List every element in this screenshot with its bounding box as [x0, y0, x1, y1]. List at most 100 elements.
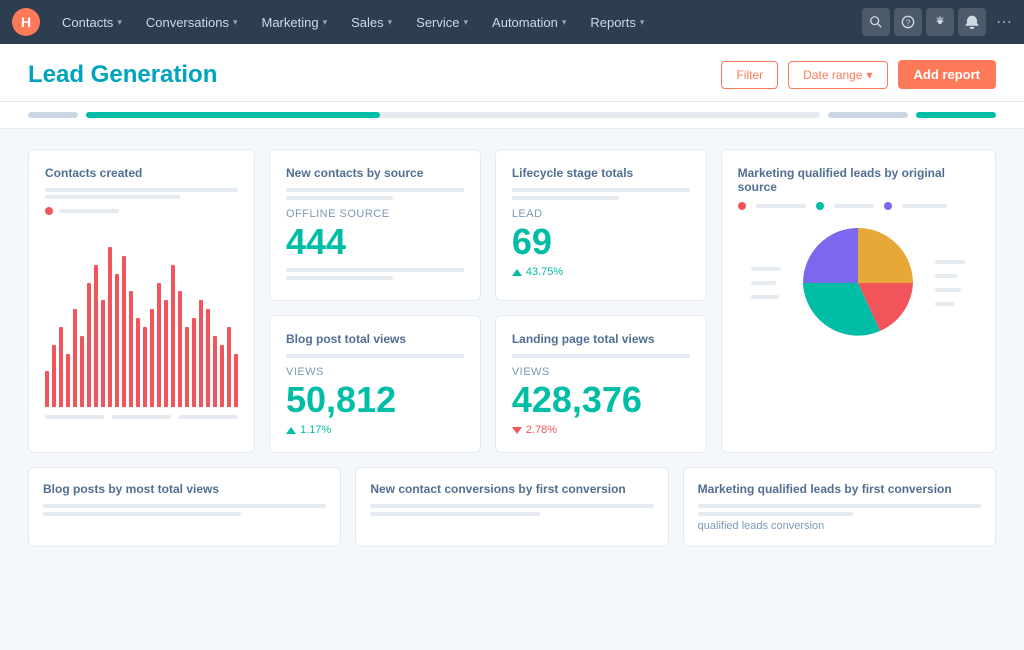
- mql-title: Marketing qualified leads by original so…: [738, 166, 979, 194]
- chart-bar: [185, 327, 189, 407]
- nav-contacts[interactable]: Contacts ▾: [52, 0, 132, 44]
- progress-fill-teal-right: [916, 112, 996, 118]
- chart-bar: [59, 327, 63, 407]
- pie-chart-svg: [793, 218, 923, 348]
- chart-bar: [66, 354, 70, 407]
- blog-views-card: Blog post total views VIEWS 50,812 1.17%: [269, 315, 481, 453]
- hubspot-logo: H: [12, 8, 40, 36]
- chevron-down-icon: ▾: [640, 17, 645, 28]
- filter-button[interactable]: Filter: [721, 61, 778, 89]
- main-content: Contacts created New contacts by source: [0, 129, 1024, 567]
- progress-track-main: [86, 112, 820, 118]
- source-dot-red: [738, 202, 746, 210]
- blog-posts-card: Blog posts by most total views: [28, 467, 341, 547]
- chart-bar: [73, 309, 77, 407]
- blog-views-value: 50,812: [286, 382, 464, 418]
- new-contacts-card: New contacts by source OFFLINE SOURCE 44…: [269, 149, 481, 301]
- date-range-button[interactable]: Date range ▾: [788, 61, 887, 89]
- page-title: Lead Generation: [28, 61, 217, 89]
- notifications-icon-btn[interactable]: [958, 8, 986, 36]
- chart-bar: [108, 247, 112, 407]
- blog-posts-title: Blog posts by most total views: [43, 482, 326, 496]
- chevron-down-icon: ▾: [388, 17, 393, 28]
- header-actions: Filter Date range ▾ Add report: [721, 60, 996, 89]
- nav-automation[interactable]: Automation ▾: [482, 0, 576, 44]
- topnav-icon-group: ?: [862, 8, 986, 36]
- pie-left-legend: [751, 267, 781, 299]
- more-options-icon[interactable]: ⋯: [996, 12, 1012, 32]
- lead-label: LEAD: [512, 208, 690, 220]
- nav-conversations[interactable]: Conversations ▾: [136, 0, 248, 44]
- pie-source-legend: [738, 202, 979, 210]
- progress-fill-teal: [86, 112, 380, 118]
- chart-bar: [199, 300, 203, 407]
- help-icon-btn[interactable]: ?: [894, 8, 922, 36]
- chart-bar: [129, 291, 133, 407]
- nav-sales[interactable]: Sales ▾: [341, 0, 402, 44]
- chart-bar: [52, 345, 56, 407]
- landing-views-title: Landing page total views: [512, 332, 690, 346]
- pie-chart-container: [738, 218, 979, 348]
- chevron-down-icon: ▾: [464, 17, 469, 28]
- nav-service[interactable]: Service ▾: [406, 0, 478, 44]
- chart-bar: [192, 318, 196, 407]
- chevron-down-icon: ▾: [323, 17, 328, 28]
- qualified-leads-label: qualified leads conversion: [698, 520, 981, 532]
- progress-bar-left: [28, 112, 78, 118]
- chart-bar: [164, 300, 168, 407]
- cards-grid: Contacts created New contacts by source: [28, 149, 996, 453]
- source-dot-teal: [816, 202, 824, 210]
- chart-bar: [150, 309, 154, 407]
- mql-source-card: Marketing qualified leads by original so…: [721, 149, 996, 453]
- chart-bar: [143, 327, 147, 407]
- blog-views-change: 1.17%: [286, 424, 464, 436]
- new-contacts-title: New contacts by source: [286, 166, 464, 180]
- chart-bar: [80, 336, 84, 407]
- nav-reports[interactable]: Reports ▾: [580, 0, 654, 44]
- chart-bar: [115, 274, 119, 407]
- progress-row: [0, 102, 1024, 129]
- mql-conversion-card: Marketing qualified leads by first conve…: [683, 467, 996, 547]
- offline-source-label: OFFLINE SOURCE: [286, 208, 464, 220]
- chart-bar: [87, 283, 91, 407]
- contacts-created-card: Contacts created: [28, 149, 255, 453]
- mql-conversion-title: Marketing qualified leads by first conve…: [698, 482, 981, 496]
- landing-views-card: Landing page total views VIEWS 428,376 2…: [495, 315, 707, 453]
- chevron-down-icon: ▾: [867, 68, 873, 82]
- nav-marketing[interactable]: Marketing ▾: [251, 0, 337, 44]
- search-icon-btn[interactable]: [862, 8, 890, 36]
- up-arrow-icon: [512, 269, 522, 276]
- card-legend: [45, 207, 238, 215]
- legend-dot: [45, 207, 53, 215]
- contact-conversions-title: New contact conversions by first convers…: [370, 482, 653, 496]
- chart-bar: [157, 283, 161, 407]
- chart-bar: [101, 300, 105, 407]
- blog-views-label: VIEWS: [286, 366, 464, 378]
- chevron-down-icon: ▾: [233, 17, 238, 28]
- lifecycle-stage-card: Lifecycle stage totals LEAD 69 43.75%: [495, 149, 707, 301]
- contacts-created-title: Contacts created: [45, 166, 238, 180]
- up-arrow-icon: [286, 427, 296, 434]
- add-report-button[interactable]: Add report: [898, 60, 996, 89]
- chevron-down-icon: ▾: [117, 17, 122, 28]
- page-header: Lead Generation Filter Date range ▾ Add …: [0, 44, 1024, 102]
- progress-bar-right: [828, 112, 908, 118]
- bottom-cards-grid: Blog posts by most total views New conta…: [28, 467, 996, 547]
- legend-lines: [45, 188, 238, 199]
- new-contacts-value: 444: [286, 224, 464, 260]
- chart-bar: [171, 265, 175, 407]
- legend-line-2: [45, 195, 180, 199]
- chart-bar: [220, 345, 224, 407]
- lifecycle-value: 69: [512, 224, 690, 260]
- lifecycle-title: Lifecycle stage totals: [512, 166, 690, 180]
- chart-bar: [178, 291, 182, 407]
- source-dot-purple: [884, 202, 892, 210]
- chart-x-labels: [45, 415, 238, 419]
- chevron-down-icon: ▾: [562, 17, 567, 28]
- chart-bar: [45, 371, 49, 407]
- down-arrow-icon: [512, 427, 522, 434]
- settings-icon-btn[interactable]: [926, 8, 954, 36]
- blog-views-title: Blog post total views: [286, 332, 464, 346]
- svg-text:?: ?: [906, 19, 911, 28]
- chart-bar: [206, 309, 210, 407]
